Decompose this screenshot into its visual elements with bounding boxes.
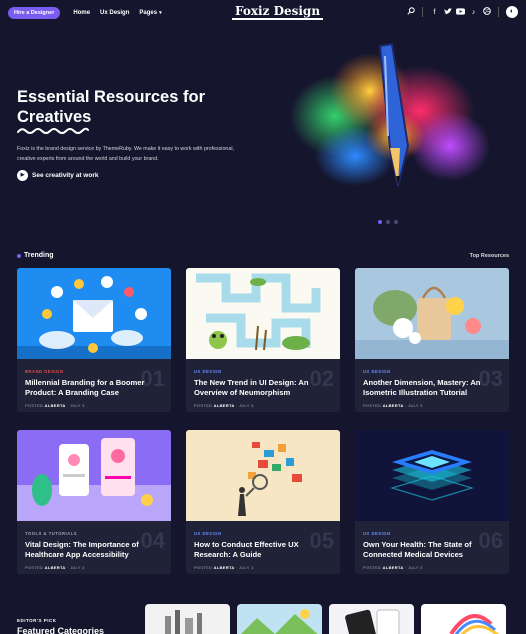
posted-label: POSTED — [194, 403, 213, 408]
card-1-thumbnail[interactable] — [17, 268, 171, 359]
tiktok-icon[interactable]: ♪ — [469, 9, 478, 16]
post-date: JULY 3 — [239, 403, 254, 408]
author-link[interactable]: ALBERTA — [45, 565, 66, 570]
author-link[interactable]: ALBERTA — [45, 403, 66, 408]
card-title[interactable]: The New Trend in UI Design: An Overview … — [194, 378, 332, 398]
slider-dot-2[interactable] — [386, 220, 390, 224]
card-title[interactable]: Vital Design: The Importance of Healthca… — [25, 540, 163, 560]
slider-dot-1[interactable] — [378, 220, 382, 224]
hero-slider-dots — [378, 220, 398, 224]
trending-card-5[interactable]: UX DESIGN 05 How to Conduct Effective UX… — [186, 430, 340, 574]
search-icon[interactable] — [406, 7, 415, 17]
posted-label: POSTED — [25, 565, 44, 570]
editors-pick-label: EDITOR'S PICK — [17, 618, 57, 623]
post-date: JULY 3 — [70, 403, 85, 408]
header-divider — [498, 7, 499, 17]
facebook-icon[interactable]: f — [430, 9, 439, 16]
card-meta: POSTED ALBERTA · JULY 3 — [363, 565, 423, 570]
post-date: JULY 3 — [408, 565, 423, 570]
chevron-down-icon: ▾ — [159, 10, 162, 16]
author-link[interactable]: ALBERTA — [383, 565, 404, 570]
nav-pages-label: Pages — [139, 10, 158, 16]
card-meta: POSTED ALBERTA · JULY 3 — [25, 403, 85, 408]
card-meta: POSTED ALBERTA · JULY 3 — [194, 403, 254, 408]
trending-heading-label: Trending — [24, 252, 54, 259]
card-title[interactable]: How to Conduct Effective UX Research: A … — [194, 540, 332, 560]
card-4-thumbnail[interactable] — [17, 430, 171, 521]
posted-label: POSTED — [25, 403, 44, 408]
theme-toggle-icon[interactable]: ◐ — [506, 6, 518, 18]
header-icons: f ♪ ◐ — [406, 6, 518, 18]
featured-categories-heading: Featured Categories — [17, 626, 105, 634]
trending-card-1[interactable]: BRAND DESIGN 01 Millennial Branding for … — [17, 268, 171, 412]
hire-designer-button[interactable]: Hire a Designer — [8, 7, 61, 19]
card-6-thumbnail[interactable] — [355, 430, 509, 521]
post-date: JULY 3 — [408, 403, 423, 408]
card-meta: POSTED ALBERTA · JULY 3 — [194, 565, 254, 570]
twitter-icon[interactable] — [443, 7, 452, 17]
card-meta: POSTED ALBERTA · JULY 3 — [25, 565, 85, 570]
hero-squiggle-decoration — [17, 127, 89, 134]
card-3-thumbnail[interactable] — [355, 268, 509, 359]
hero-illustration — [290, 42, 490, 187]
slider-dot-3[interactable] — [394, 220, 398, 224]
trending-card-4[interactable]: TOOLS & TUTORIALS 04 Vital Design: The I… — [17, 430, 171, 574]
bullet-icon — [17, 253, 21, 258]
nav-pages[interactable]: Pages ▾ — [139, 10, 161, 16]
youtube-icon[interactable] — [456, 7, 465, 17]
hero-description: Foxiz is the brand design service by The… — [17, 146, 234, 162]
top-resources-link[interactable]: Top Resources — [470, 253, 509, 259]
card-title[interactable]: Millennial Branding for a Boomer Product… — [25, 378, 163, 398]
author-link[interactable]: ALBERTA — [214, 565, 235, 570]
post-date: JULY 3 — [239, 565, 254, 570]
featured-thumb-3[interactable] — [329, 604, 414, 634]
play-icon: ▶ — [17, 170, 28, 181]
author-link[interactable]: ALBERTA — [214, 403, 235, 408]
trending-card-3[interactable]: UX DESIGN 03 Another Dimension, Mastery:… — [355, 268, 509, 412]
author-link[interactable]: ALBERTA — [383, 403, 404, 408]
card-5-thumbnail[interactable] — [186, 430, 340, 521]
hero-cta-label: See creativity at work — [32, 172, 99, 179]
nav-home[interactable]: Home — [73, 10, 90, 16]
posted-label: POSTED — [363, 565, 382, 570]
trending-card-6[interactable]: UX DESIGN 06 Own Your Health: The State … — [355, 430, 509, 574]
hero-title: Essential Resources for Creatives — [17, 88, 205, 126]
featured-thumb-1[interactable] — [145, 604, 230, 634]
post-date: JULY 3 — [70, 565, 85, 570]
featured-thumb-4[interactable] — [421, 604, 506, 634]
hero-cta-link[interactable]: ▶ See creativity at work — [17, 170, 98, 181]
card-2-thumbnail[interactable] — [186, 268, 340, 359]
featured-thumb-2[interactable] — [237, 604, 322, 634]
card-title[interactable]: Own Your Health: The State of Connected … — [363, 540, 501, 560]
nav-ux-design[interactable]: Ux Design — [100, 10, 129, 16]
card-title[interactable]: Another Dimension, Mastery: An Isometric… — [363, 378, 501, 398]
trending-heading: Trending — [17, 252, 54, 259]
posted-label: POSTED — [194, 565, 213, 570]
dribbble-icon[interactable] — [482, 7, 491, 17]
site-logo[interactable]: Foxiz Design — [232, 3, 324, 20]
posted-label: POSTED — [363, 403, 382, 408]
trending-card-2[interactable]: UX DESIGN 02 The New Trend in UI Design:… — [186, 268, 340, 412]
card-meta: POSTED ALBERTA · JULY 3 — [363, 403, 423, 408]
header-divider — [422, 7, 423, 17]
